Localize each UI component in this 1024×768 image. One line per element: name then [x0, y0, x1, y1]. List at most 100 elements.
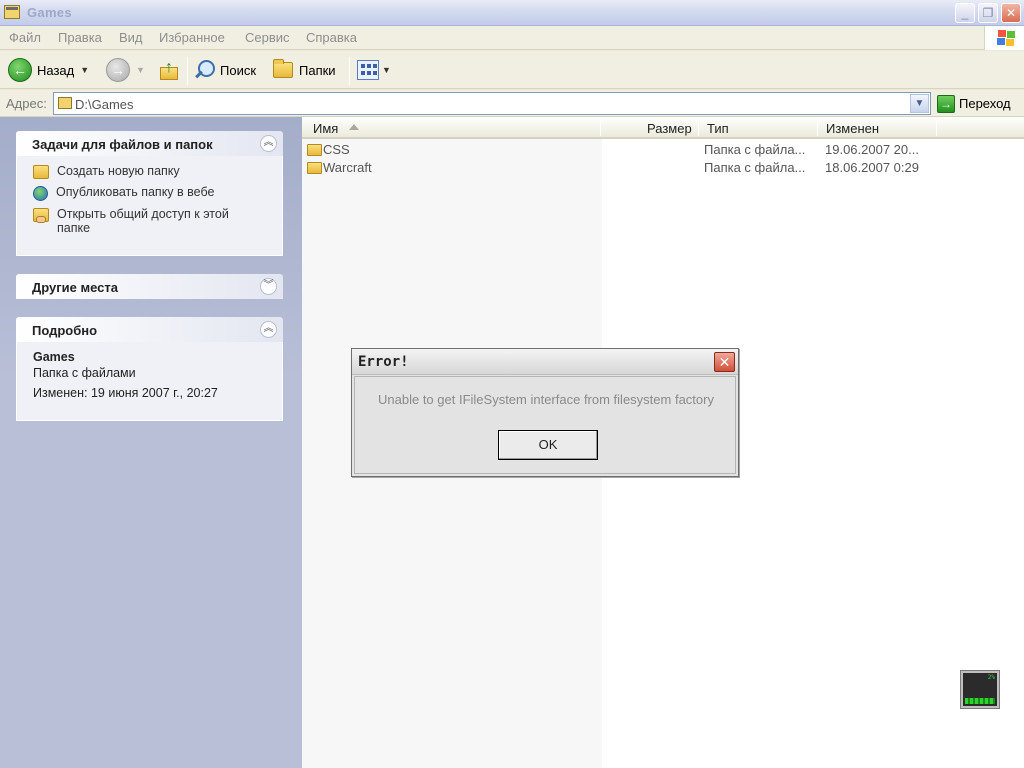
file-name[interactable]: CSS	[323, 142, 593, 157]
details-body: Games Папка с файлами Изменен: 19 июня 2…	[16, 342, 283, 421]
column-divider[interactable]	[817, 120, 818, 136]
views-icon	[357, 60, 379, 80]
other-places-title: Другие места	[32, 280, 119, 295]
cpu-meter-bars	[965, 698, 995, 704]
address-label: Адрес:	[6, 96, 47, 111]
go-arrow-icon: →	[937, 94, 955, 113]
address-input[interactable]: D:\Games ▼	[53, 92, 931, 115]
expand-chevron-icon[interactable]: ︾	[260, 278, 277, 295]
file-type: Папка с файла...	[704, 142, 806, 157]
folders-label: Папки	[299, 62, 336, 78]
folder-icon	[307, 144, 322, 156]
menu-tools[interactable]: Сервис	[245, 30, 290, 45]
address-value[interactable]: D:\Games	[75, 97, 134, 112]
column-size[interactable]: Размер	[647, 121, 692, 136]
menu-bar: Файл Правка Вид Избранное Сервис Справка	[0, 26, 1024, 50]
file-row[interactable]: CSS Папка с файла... 19.06.2007 20...	[302, 141, 1024, 159]
file-name[interactable]: Warcraft	[323, 160, 593, 175]
details-group: Подробно ︽ Games Папка с файлами Изменен…	[16, 317, 283, 421]
other-places-header[interactable]: Другие места ︾	[16, 274, 283, 299]
file-tasks-body: Создать новую папку Опубликовать папку в…	[16, 156, 283, 256]
forward-button[interactable]: → ▼	[106, 55, 145, 85]
back-arrow-icon: ←	[8, 58, 32, 82]
task-label[interactable]: Открыть общий доступ к этой папке	[57, 207, 247, 235]
folders-button[interactable]: Папки	[273, 55, 336, 85]
address-dropdown-icon[interactable]: ▼	[910, 94, 929, 113]
menu-help[interactable]: Справка	[306, 30, 357, 45]
sort-ascending-icon	[349, 124, 359, 130]
task-label[interactable]: Создать новую папку	[57, 164, 180, 178]
search-icon	[194, 60, 215, 80]
error-dialog: Error! ✕ Unable to get IFileSystem inter…	[351, 348, 739, 477]
column-modified[interactable]: Изменен	[826, 121, 879, 136]
file-modified: 19.06.2007 20...	[825, 142, 919, 157]
task-publish-web[interactable]: Опубликовать папку в вебе	[33, 185, 272, 201]
file-modified: 18.06.2007 0:29	[825, 160, 919, 175]
task-new-folder[interactable]: Создать новую папку	[33, 164, 272, 179]
collapse-chevron-icon[interactable]: ︽	[260, 321, 277, 338]
details-title: Подробно	[32, 323, 98, 338]
toolbar-separator	[187, 57, 188, 85]
forward-arrow-icon: →	[106, 58, 130, 82]
window-title: Games	[27, 5, 72, 20]
folder-window-icon	[4, 5, 20, 19]
go-button[interactable]: → Переход	[937, 93, 1011, 114]
windows-logo-icon	[984, 26, 1024, 50]
back-button[interactable]: ← Назад ▼	[8, 55, 89, 85]
go-label: Переход	[959, 96, 1011, 111]
menu-favorites[interactable]: Избранное	[159, 30, 225, 45]
dialog-content: Unable to get IFileSystem interface from…	[354, 376, 736, 474]
details-folder-name: Games	[33, 350, 75, 364]
file-tasks-title: Задачи для файлов и папок	[32, 137, 213, 152]
ok-button[interactable]: OK	[498, 430, 598, 460]
views-dropdown-icon[interactable]: ▼	[382, 65, 391, 75]
collapse-chevron-icon[interactable]: ︽	[260, 135, 277, 152]
column-type[interactable]: Тип	[707, 121, 729, 136]
dialog-title: Error!	[358, 354, 409, 370]
column-name[interactable]: Имя	[313, 121, 338, 136]
search-label: Поиск	[220, 62, 257, 78]
file-type: Папка с файла...	[704, 160, 806, 175]
restore-button[interactable]: ❐	[978, 3, 998, 23]
dialog-title-bar[interactable]: Error! ✕	[352, 349, 738, 375]
explorer-window: Games _ ❐ ✕ Файл Правка Вид Избранное Се…	[0, 0, 1024, 768]
file-tasks-group: Задачи для файлов и папок ︽ Создать нову…	[16, 131, 283, 256]
task-label[interactable]: Опубликовать папку в вебе	[56, 185, 214, 199]
menu-edit[interactable]: Правка	[58, 30, 102, 45]
task-pane: Задачи для файлов и папок ︽ Создать нову…	[0, 117, 302, 768]
file-row[interactable]: Warcraft Папка с файла... 18.06.2007 0:2…	[302, 159, 1024, 177]
close-button[interactable]: ✕	[1001, 3, 1021, 23]
folder-up-icon: ↑	[158, 59, 180, 81]
other-places-group: Другие места ︾	[16, 274, 283, 299]
folder-icon	[307, 162, 322, 174]
task-share-folder[interactable]: Открыть общий доступ к этой папке	[33, 207, 272, 235]
address-bar: Адрес: D:\Games ▼ → Переход	[0, 90, 1024, 117]
dialog-close-button[interactable]: ✕	[714, 352, 735, 372]
details-folder-type: Папка с файлами	[33, 366, 136, 380]
back-dropdown-icon[interactable]: ▼	[80, 65, 89, 75]
minimize-button[interactable]: _	[955, 3, 975, 23]
share-folder-icon	[33, 208, 49, 223]
file-tasks-header[interactable]: Задачи для файлов и папок ︽	[16, 131, 283, 156]
web-publish-icon	[33, 186, 48, 201]
folder-icon	[58, 97, 72, 109]
search-button[interactable]: Поиск	[194, 55, 256, 85]
column-divider[interactable]	[600, 120, 601, 136]
details-modified: Изменен: 19 июня 2007 г., 20:27	[33, 386, 218, 400]
title-bar[interactable]: Games _ ❐ ✕	[0, 0, 1024, 26]
menu-view[interactable]: Вид	[119, 30, 143, 45]
details-header[interactable]: Подробно ︽	[16, 317, 283, 342]
column-divider[interactable]	[698, 120, 699, 136]
up-button[interactable]: ↑	[158, 55, 180, 85]
folders-icon	[273, 59, 293, 78]
new-folder-icon	[33, 165, 49, 179]
column-divider[interactable]	[936, 120, 937, 136]
forward-dropdown-icon[interactable]: ▼	[136, 65, 145, 75]
menu-file[interactable]: Файл	[9, 30, 41, 45]
dialog-message: Unable to get IFileSystem interface from…	[378, 392, 714, 407]
toolbar-separator	[349, 57, 350, 85]
views-button[interactable]: ▼	[357, 55, 391, 85]
cpu-meter-widget[interactable]: 2%	[960, 670, 1000, 709]
back-label: Назад	[37, 62, 75, 78]
cpu-meter-value: 2%	[987, 674, 995, 681]
